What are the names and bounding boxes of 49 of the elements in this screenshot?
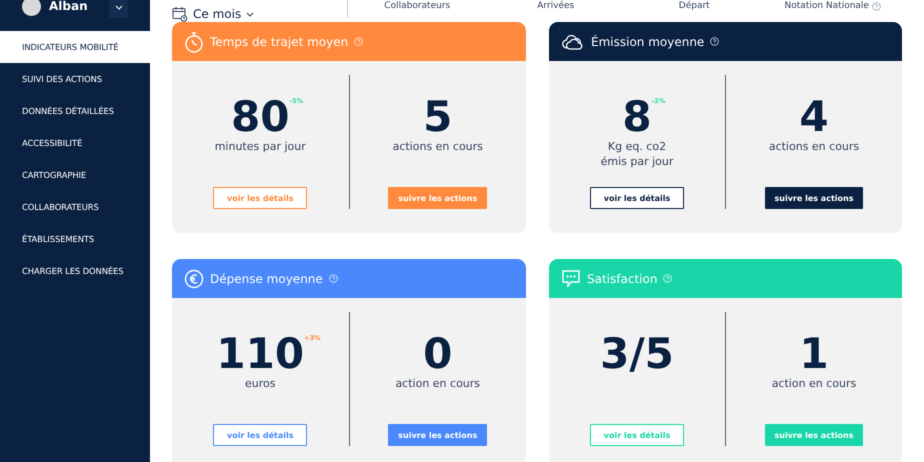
indicator-value: 80	[231, 92, 290, 141]
actions-count: 1	[799, 329, 829, 378]
cloud-icon	[561, 34, 585, 50]
user-name: Alban	[49, 0, 89, 13]
help-icon	[328, 274, 338, 283]
calendar-icon	[172, 6, 188, 22]
actions-label: actions en cours	[392, 139, 483, 154]
chat-icon	[561, 268, 581, 288]
indicator-value: 3/5	[600, 329, 674, 378]
actions-label: actions en cours	[768, 139, 860, 154]
chevron-down-icon	[114, 4, 122, 10]
column-header: Arrivées	[537, 0, 574, 12]
follow-actions-button[interactable]: suivre les actions	[764, 187, 864, 209]
sidebar-item[interactable]: ACCESSIBILITÉ	[0, 127, 150, 159]
actions-label: action en cours	[395, 376, 480, 391]
indicator-value: 110	[216, 329, 304, 378]
help-icon	[872, 2, 881, 10]
help-icon	[663, 274, 672, 283]
card-title: Temps de trajet moyen	[210, 34, 348, 48]
column-header: Départ	[678, 0, 710, 12]
details-button[interactable]: voir les détails	[590, 187, 684, 209]
period-dropdown[interactable]: Ce mois	[172, 6, 347, 22]
sidebar-item[interactable]: SUIVI DES ACTIONS	[0, 63, 150, 95]
column-header: Collaborateurs	[384, 0, 450, 12]
actions-label: action en cours	[772, 376, 856, 391]
sidebar-item[interactable]: COLLABORATEURS	[0, 191, 150, 223]
sidebar-item[interactable]: DONNÉES DÉTAILLÉES	[0, 95, 150, 127]
sidebar-item[interactable]: ÉTABLISSEMENTS	[0, 223, 150, 255]
euro-icon	[184, 268, 204, 288]
card-title: Émission moyenne	[591, 34, 704, 48]
actions-count: 4	[799, 92, 829, 141]
indicator-value: 8	[622, 92, 652, 141]
sidebar-item[interactable]: CHARGER LES DONNÉES	[0, 255, 150, 287]
card-title: Dépense moyenne	[210, 272, 323, 286]
card-title: Satisfaction	[587, 272, 658, 286]
column-header: Notation Nationale	[784, 0, 869, 12]
chevron-down-icon	[246, 12, 254, 16]
user-menu-button[interactable]	[109, 0, 128, 18]
indicator-unit: euros	[245, 376, 276, 391]
sidebar-item[interactable]: CARTOGRAPHIE	[0, 159, 150, 191]
stopwatch-icon	[184, 30, 204, 52]
indicator-unit: Kg eq. co2 émis par jour	[600, 139, 674, 169]
help-icon	[354, 37, 364, 46]
actions-count: 0	[423, 329, 452, 378]
sidebar-item[interactable]: INDICATEURS MOBILITÉ	[0, 31, 150, 63]
actions-count: 5	[423, 92, 452, 141]
help-icon	[710, 37, 720, 46]
indicator-unit: minutes par jour	[214, 139, 306, 154]
avatar	[22, 0, 41, 16]
